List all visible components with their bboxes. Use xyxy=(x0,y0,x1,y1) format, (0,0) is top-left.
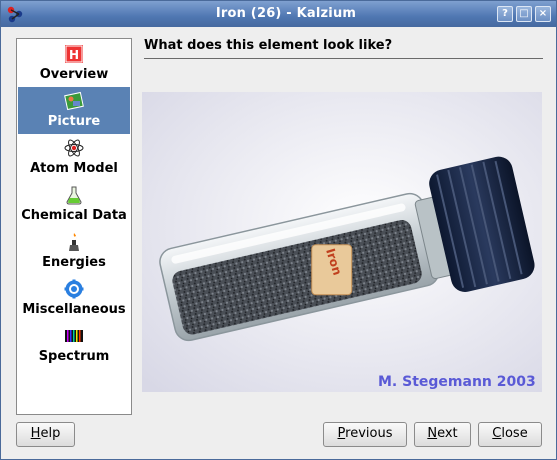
sidebar-item-chemical-data[interactable]: Chemical Data xyxy=(18,181,130,228)
sidebar-item-overview[interactable]: H Overview xyxy=(18,40,130,87)
previous-button[interactable]: Previous xyxy=(323,422,407,447)
spectrum-icon xyxy=(65,330,83,342)
heading-divider xyxy=(144,58,543,59)
miscellaneous-icon xyxy=(64,279,84,299)
sidebar-item-label: Spectrum xyxy=(38,349,110,364)
sidebar-item-label: Atom Model xyxy=(30,161,118,176)
sidebar-item-label: Miscellaneous xyxy=(22,302,126,317)
sidebar-item-energies[interactable]: Energies xyxy=(18,228,130,275)
sidebar-item-atom-model[interactable]: Atom Model xyxy=(18,134,130,181)
sidebar-item-miscellaneous[interactable]: Miscellaneous xyxy=(18,275,130,322)
element-photo: Iron M. Stegemann 2003 xyxy=(142,92,542,392)
atom-model-icon xyxy=(64,139,84,157)
overview-icon: H xyxy=(65,45,83,63)
context-help-button[interactable]: ? xyxy=(497,6,513,22)
sidebar-item-label: Picture xyxy=(47,114,101,129)
sidebar-item-label: Energies xyxy=(42,255,106,270)
window-title: Iron (26) - Kalzium xyxy=(215,6,357,21)
picture-icon xyxy=(64,91,84,111)
next-button[interactable]: Next xyxy=(414,422,471,447)
maximize-button[interactable]: □ xyxy=(516,6,532,22)
svg-text:H: H xyxy=(69,48,79,62)
chemical-data-icon xyxy=(66,186,82,205)
sidebar-item-label: Overview xyxy=(39,67,109,82)
sidebar-item-picture[interactable]: Picture xyxy=(18,87,130,134)
close-button[interactable]: Close xyxy=(478,422,542,447)
help-button[interactable]: Help xyxy=(16,422,75,447)
page-heading: What does this element look like? xyxy=(144,38,393,53)
close-window-button[interactable]: × xyxy=(535,6,551,22)
section-sidebar: H Overview Picture Atom Model Chemical D… xyxy=(16,38,132,415)
title-bar[interactable]: Iron (26) - Kalzium ? □ × xyxy=(1,1,556,27)
dialog-window: Iron (26) - Kalzium ? □ × H Overview Pic… xyxy=(0,0,557,460)
sidebar-item-label: Chemical Data xyxy=(21,208,127,223)
energies-icon xyxy=(69,233,79,251)
image-credit: M. Stegemann 2003 xyxy=(378,374,536,390)
kalzium-app-icon[interactable] xyxy=(6,5,24,23)
sidebar-item-spectrum[interactable]: Spectrum xyxy=(18,322,130,369)
